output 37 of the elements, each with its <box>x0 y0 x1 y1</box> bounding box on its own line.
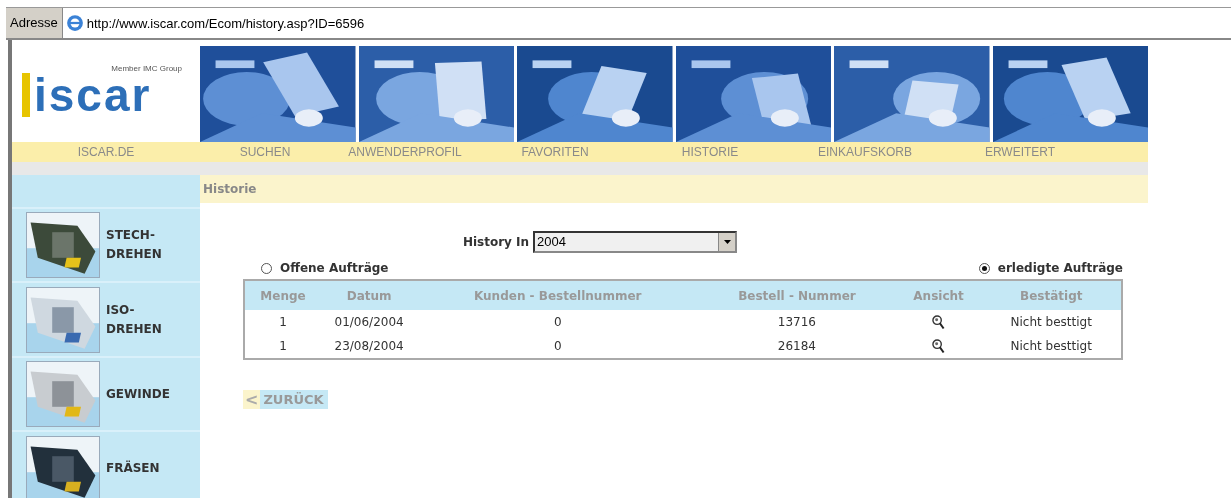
table-cell: 0 <box>553 315 562 329</box>
column-header: Menge <box>244 280 322 310</box>
sidebar-item[interactable]: STECH- DREHEN <box>12 206 200 282</box>
page-title: Historie <box>202 182 257 196</box>
globe-icon <box>65 14 84 32</box>
year-dropdown[interactable]: 2004 <box>533 231 738 253</box>
address-label: Adresse <box>6 8 63 38</box>
caret-icon[interactable] <box>723 240 731 244</box>
column-header: Ansicht <box>895 280 982 310</box>
filter-label: History In <box>462 235 530 249</box>
table-cell: Nicht besttigt <box>1010 315 1092 329</box>
column-header: Bestätigt <box>981 280 1122 310</box>
table-cell: 01/06/2004 <box>334 315 404 329</box>
sidebar-label: FRÄSEN <box>106 459 160 478</box>
order-type-radio[interactable]: erledigte Aufträge <box>978 261 1123 275</box>
magnifier-icon[interactable] <box>932 314 946 330</box>
sidebar-label: GEWINDE <box>106 385 170 403</box>
table-cell: 23/08/2004 <box>334 339 404 353</box>
table-cell: 0 <box>553 339 562 353</box>
sidebar-label: STECH- DREHEN <box>106 227 162 264</box>
column-header: Bestell - Nummer <box>698 280 896 310</box>
sidebar-item[interactable]: GEWINDE <box>12 355 200 431</box>
order-type-radio[interactable]: Offene Aufträge <box>261 261 389 275</box>
column-header: Datum <box>321 280 418 310</box>
magnifier-icon[interactable] <box>932 338 946 354</box>
sidebar-item[interactable]: ISO- DREHEN <box>12 281 200 356</box>
logo-wordmark: iscar <box>22 73 152 117</box>
table-cell: 1 <box>279 339 287 353</box>
table-cell: 1 <box>279 315 287 329</box>
sidebar-label: ISO- DREHEN <box>106 301 162 338</box>
table-cell: 26184 <box>777 339 816 353</box>
url-field[interactable]: http://www.iscar.com/Ecom/history.asp?ID=6596 <box>86 15 587 31</box>
logo-tagline: Member IMC Group <box>111 64 182 73</box>
column-header: Kunden - Bestellnummer <box>417 280 699 310</box>
table-cell: Nicht besttigt <box>1010 339 1092 353</box>
table-cell: 13716 <box>777 315 816 329</box>
sidebar-item[interactable]: FRÄSEN <box>12 430 200 498</box>
